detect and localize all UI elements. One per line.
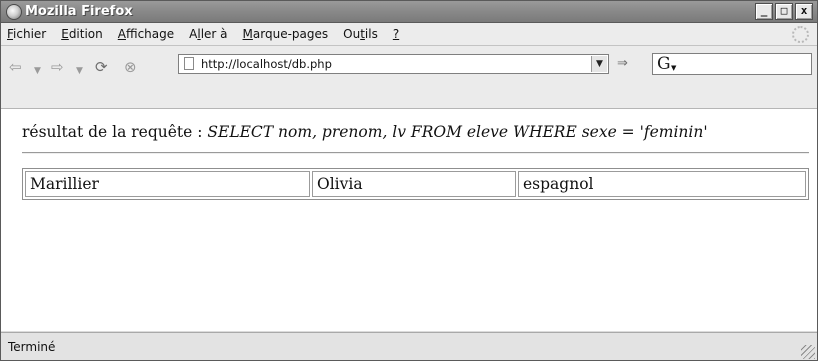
cell-nom: Marillier: [25, 171, 310, 197]
back-dropdown-icon[interactable]: ▼: [34, 62, 41, 80]
stop-icon[interactable]: ⊗: [124, 58, 137, 76]
address-bar[interactable]: ▼: [178, 54, 609, 74]
page-icon: [184, 57, 194, 70]
menu-marque-pages[interactable]: Marque-pages: [243, 27, 329, 41]
chevron-down-icon: ▼: [671, 64, 677, 72]
menu-aller-a[interactable]: Aller à: [189, 27, 227, 41]
menu-edition[interactable]: Edition: [61, 27, 103, 41]
result-label: résultat de la requête :: [22, 123, 208, 141]
result-heading: résultat de la requête : SELECT nom, pre…: [22, 123, 708, 141]
minimize-button[interactable]: _: [755, 3, 773, 20]
query-text: SELECT nom, prenom, lv FROM eleve WHERE …: [207, 123, 708, 141]
resize-grip[interactable]: [801, 345, 815, 359]
menu-fichier[interactable]: Fichier: [7, 27, 46, 41]
navigation-toolbar: ⇦ ▼ ⇨ ▼ ⟳ ⊗ ▼ ⇒ G ▼: [1, 46, 817, 109]
horizontal-rule: [22, 152, 809, 154]
window-title: Mozilla Firefox: [25, 4, 133, 19]
window-controls: _ □ x: [755, 3, 813, 20]
status-bar: Terminé: [1, 332, 817, 360]
cell-lv: espagnol: [518, 171, 806, 197]
url-input[interactable]: [201, 56, 581, 72]
url-dropdown-button[interactable]: ▼: [591, 56, 607, 72]
menu-help[interactable]: ?: [393, 27, 399, 41]
table-row: Marillier Olivia espagnol: [25, 171, 806, 197]
browser-window: Mozilla Firefox _ □ x Fichier Edition Af…: [0, 0, 818, 361]
forward-dropdown-icon[interactable]: ▼: [76, 62, 83, 80]
status-text: Terminé: [8, 340, 56, 354]
title-bar: Mozilla Firefox _ □ x: [1, 1, 817, 23]
maximize-button[interactable]: □: [775, 3, 793, 20]
back-arrow-icon[interactable]: ⇦: [9, 58, 22, 76]
forward-arrow-icon[interactable]: ⇨: [51, 58, 64, 76]
menu-bar: Fichier Edition Affichage Aller à Marque…: [1, 23, 817, 46]
close-button[interactable]: x: [795, 3, 813, 20]
page-content: résultat de la requête : SELECT nom, pre…: [1, 109, 817, 331]
cell-prenom: Olivia: [312, 171, 516, 197]
go-icon[interactable]: ⇒: [617, 57, 639, 70]
menu-outils[interactable]: Outils: [343, 27, 378, 41]
results-table: Marillier Olivia espagnol: [22, 168, 809, 200]
firefox-logo-icon: [6, 4, 22, 20]
reload-icon[interactable]: ⟳: [95, 58, 108, 76]
throbber-icon: [792, 26, 809, 43]
search-engine-icon[interactable]: G: [657, 55, 671, 73]
search-box[interactable]: G ▼: [652, 53, 812, 75]
menu-affichage[interactable]: Affichage: [118, 27, 174, 41]
